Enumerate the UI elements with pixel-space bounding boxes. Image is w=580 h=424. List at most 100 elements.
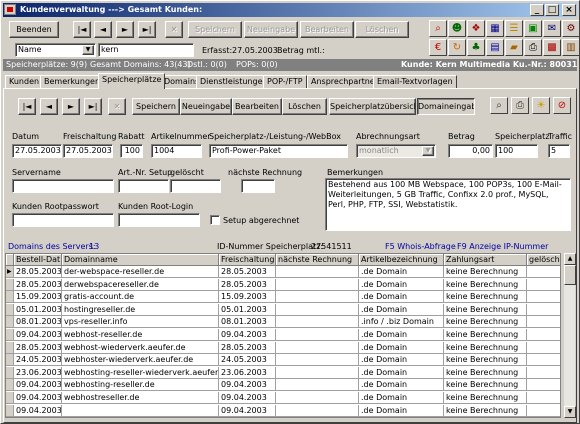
row-indicator[interactable] [6,366,14,379]
tab-dienstleistungen[interactable]: Dienstleistungen [196,75,272,88]
table-cell[interactable] [527,342,560,354]
table-cell[interactable]: 28.05.2003 [14,341,62,354]
archive-icon[interactable]: ▥ [562,39,579,56]
table-cell[interactable]: keine Berechnung [444,354,527,367]
table-header-cell[interactable]: Bestell-Dat. [14,254,62,266]
table-cell[interactable] [527,291,560,304]
table-cell[interactable] [276,404,359,417]
table-row[interactable]: 09.04.2003 webhost-reseller.de 09.04.2003.… [6,329,560,341]
prev-record-button[interactable]: ◄ [94,21,112,38]
table-cell[interactable] [62,404,219,417]
table-cell[interactable]: vps-reseller.info [62,316,219,329]
table-cell[interactable]: keine Berechnung [444,341,527,354]
sub-prev-button[interactable]: ◄ [40,98,58,115]
table-cell[interactable] [276,341,359,354]
setup-abgerechnet-checkbox[interactable] [210,215,220,225]
table-cell[interactable]: derwebspacereseller.de [62,278,219,291]
tab-ansprechpartner[interactable]: Ansprechpartner [307,75,382,88]
row-indicator[interactable] [6,329,14,341]
table-cell[interactable]: webhosting-reseller-wiederverk.aeufer.de [62,366,219,379]
table-cell[interactable]: webhost-wiederverk.aeufer.de [62,341,219,354]
table-cell[interactable]: keine Berechnung [444,379,527,392]
table-cell[interactable]: keine Berechnung [444,316,527,329]
rabatt-input[interactable]: 100 [120,144,143,158]
table-header-cell[interactable]: nächste Rechnung [276,254,359,266]
table-header-cell[interactable]: Domainname [62,254,219,266]
table-cell[interactable]: webhoster-wiederverk.aeufer.de [62,354,219,367]
row-indicator[interactable] [6,291,14,304]
table-cell[interactable]: .de Domain [359,354,444,367]
table-cell[interactable] [527,354,560,367]
table-row[interactable]: 08.01.2003 vps-reseller.info 08.01.2003 .in… [6,316,560,329]
row-indicator[interactable] [6,379,14,392]
neueingabe-button[interactable]: Neueingabe [244,21,298,38]
table-cell[interactable]: 05.01.2003 [14,303,62,316]
table-row[interactable]: 24.05.2003 webhoster-wiederverk.aeufer.de… [6,354,560,367]
first-record-button[interactable]: |◄ [73,21,91,38]
table-cell[interactable]: .de Domain [359,303,444,316]
table-cell[interactable] [527,379,560,392]
table-cell[interactable]: 28.05.2003 [219,278,276,291]
table-cell[interactable]: keine Berechnung [444,404,527,417]
table-cell[interactable]: keine Berechnung [444,329,527,341]
table-cell[interactable]: keine Berechnung [444,303,527,316]
table-cell[interactable] [527,329,560,341]
freischaltung-input[interactable]: 27.05.2003 [63,144,113,158]
bemerkungen-textarea[interactable]: Bestehend aus 100 MB Webspace, 100 POP3s… [325,178,571,231]
artnr-setup-input[interactable] [118,179,169,193]
printer-icon[interactable]: ⎙ [511,97,529,114]
table-cell[interactable]: 08.01.2003 [219,316,276,329]
tools-icon[interactable]: ⚙ [562,20,579,37]
servername-input[interactable] [12,179,114,193]
search-record-icon[interactable]: ⌕ [490,97,508,114]
table-cell[interactable] [527,367,560,379]
table-cell[interactable]: keine Berechnung [444,366,527,379]
table-cell[interactable]: 05.01.2003 [219,303,276,316]
chevron-down-icon[interactable]: ▼ [422,146,434,156]
row-indicator[interactable] [6,341,14,354]
table-cell[interactable]: 09.04.2003 [219,379,276,392]
table-cell[interactable]: .de Domain [359,366,444,379]
table-cell[interactable]: webhostreseller.de [62,392,219,404]
sub-delete-button[interactable]: ✕ [108,98,126,115]
table-cell[interactable]: keine Berechnung [444,392,527,404]
print-icon[interactable]: ⎙ [524,39,542,56]
table-cell[interactable]: 09.04.2003 [219,329,276,341]
table-cell[interactable] [276,291,359,304]
table-cell[interactable]: .de Domain [359,392,444,404]
table-cell[interactable] [527,392,560,404]
sub-loeschen-button[interactable]: Löschen [282,98,327,115]
current-row-indicator-icon[interactable]: ▶ [6,266,14,278]
refresh-icon[interactable]: ↻ [448,39,466,56]
table-header-cell[interactable]: gelöscht [527,254,560,266]
table-row[interactable]: 23.06.2003 webhosting-reseller-wiederverk… [6,366,560,379]
search-input[interactable]: kern [98,43,194,57]
table-row[interactable]: 28.05.2003 webhost-wiederverk.aeufer.de 28… [6,341,560,354]
folder-icon[interactable]: ▰ [505,39,523,56]
table-row[interactable]: 09.04.2003 webhosting-reseller.de 09.04.20… [6,379,560,392]
scroll-down-icon[interactable]: ▼ [564,406,576,418]
table-cell[interactable]: hostingreseller.de [62,303,219,316]
beenden-button[interactable]: Beenden [9,21,59,38]
row-indicator[interactable] [6,404,14,417]
vertical-scrollbar[interactable]: ▲ ▼ [563,253,576,418]
betrag-input[interactable]: 0,00 [448,144,493,158]
scroll-thumb[interactable] [564,265,576,285]
table-header-cell[interactable]: Freischaltung [219,254,276,266]
table-cell[interactable]: webhost-reseller.de [62,329,219,341]
table-row[interactable]: 09.04.2003 09.04.2003 .de Domain keine Bere… [6,404,560,417]
row-indicator[interactable] [6,303,14,316]
table-cell[interactable]: .info / .biz Domain [359,316,444,329]
table-header-cell[interactable]: Artikelbezeichnung [359,254,444,266]
document-icon[interactable]: ▤ [486,39,504,56]
table-cell[interactable]: keine Berechnung [444,291,527,304]
mail-icon[interactable]: ✉ [543,20,561,37]
table-cell[interactable]: keine Berechnung [444,266,527,278]
row-indicator[interactable] [6,316,14,329]
table-row[interactable]: 09.04.2003 webhostreseller.de 09.04.2003 .d… [6,392,560,404]
sub-neueingabe-button[interactable]: Neueingabe [180,98,232,115]
search-field-select[interactable]: Name ▼ [15,43,96,57]
speichern-button[interactable]: Speichern [188,21,242,38]
naechste-rechnung-input[interactable] [241,179,275,193]
table-cell[interactable]: 09.04.2003 [14,404,62,417]
